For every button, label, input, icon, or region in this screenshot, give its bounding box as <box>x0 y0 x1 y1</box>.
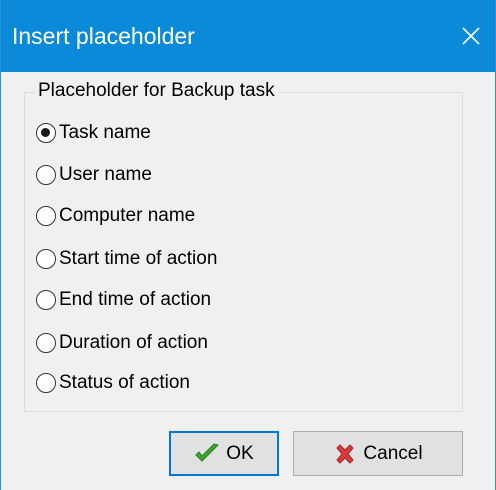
groupbox-legend: Placeholder for Backup task <box>35 78 278 104</box>
radio-user-name[interactable]: User name <box>36 160 152 190</box>
radio-status[interactable]: Status of action <box>36 368 190 398</box>
window-title: Insert placeholder <box>12 23 195 49</box>
radio-task-name[interactable]: Task name <box>36 118 151 148</box>
radio-label: Start time of action <box>59 248 218 269</box>
close-icon <box>462 27 480 45</box>
radio-duration[interactable]: Duration of action <box>36 328 208 358</box>
radio-label: Duration of action <box>59 332 208 353</box>
radio-label: Status of action <box>59 372 190 393</box>
radio-button[interactable] <box>36 206 56 226</box>
radio-label: Computer name <box>59 205 196 226</box>
cancel-label: Cancel <box>363 442 423 464</box>
radio-button[interactable] <box>36 290 56 310</box>
insert-placeholder-dialog: Insert placeholder Placeholder for Backu… <box>0 0 496 490</box>
ok-button[interactable]: OK <box>169 431 279 476</box>
radio-button[interactable] <box>36 249 56 269</box>
ok-label: OK <box>226 442 254 464</box>
checkmark-icon <box>194 442 220 466</box>
cancel-button[interactable]: Cancel <box>293 431 463 476</box>
radio-end-time[interactable]: End time of action <box>36 285 211 315</box>
radio-button[interactable] <box>36 165 56 185</box>
radio-computer-name[interactable]: Computer name <box>36 201 195 231</box>
radio-label: Task name <box>59 122 151 143</box>
close-button[interactable] <box>449 14 495 58</box>
radio-button-checked[interactable] <box>36 123 56 143</box>
radio-label: User name <box>59 164 152 185</box>
cross-icon <box>333 442 357 466</box>
radio-label: End time of action <box>59 289 212 310</box>
title-bar: Insert placeholder <box>1 0 495 72</box>
radio-button[interactable] <box>36 373 56 393</box>
radio-start-time[interactable]: Start time of action <box>36 244 217 274</box>
radio-button[interactable] <box>36 333 56 353</box>
